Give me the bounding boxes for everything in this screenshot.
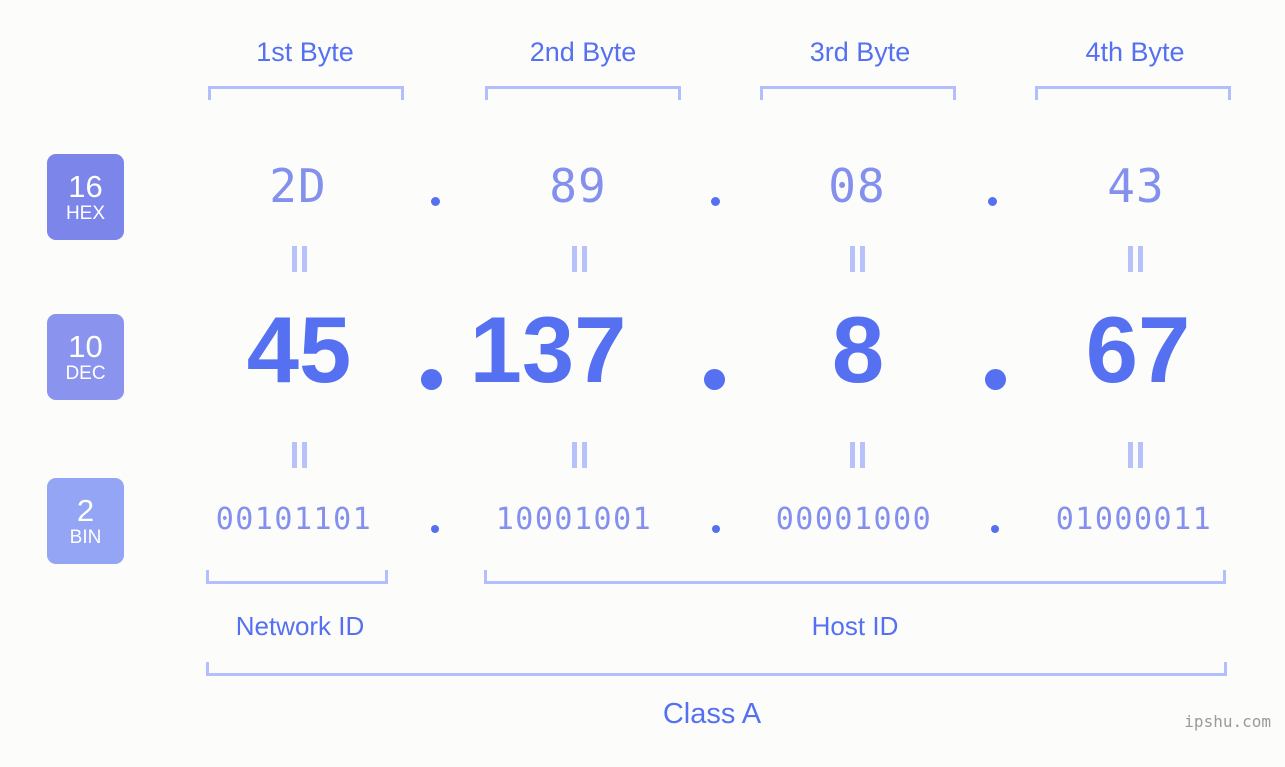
byte-header-label-3: 3rd Byte	[809, 37, 911, 67]
dec-byte-value-4: 67	[1085, 297, 1191, 402]
host-id-bracket	[484, 570, 1226, 584]
byte-header-label-2: 2nd Byte	[529, 37, 637, 67]
equals-mark-dec-bin-2	[572, 442, 587, 468]
radix-badge-bin: 2 BIN	[47, 478, 124, 564]
equals-mark-dec-bin-3	[850, 442, 865, 468]
hex-byte-value-1: 2D	[269, 159, 327, 213]
hex-dot-separator-2	[711, 197, 720, 206]
byte-bracket-top-4	[1035, 86, 1231, 100]
hex-dot-separator-3	[988, 197, 997, 206]
radix-badge-bin-base: 2	[76, 493, 95, 528]
site-watermark: ipshu.com	[1184, 712, 1271, 731]
byte-bracket-top-3	[760, 86, 956, 100]
byte-bracket-top-1	[208, 86, 404, 100]
host-id-label: Host ID	[811, 611, 899, 641]
dec-byte-value-3: 8	[831, 297, 885, 402]
equals-mark-hex-dec-1	[292, 246, 307, 272]
class-bracket	[206, 662, 1227, 676]
dec-byte-value-2: 137	[469, 297, 627, 402]
equals-mark-dec-bin-1	[292, 442, 307, 468]
dec-dot-separator-3	[985, 369, 1006, 390]
byte-bracket-top-2	[485, 86, 681, 100]
byte-header-label-4: 4th Byte	[1085, 37, 1185, 67]
radix-badge-hex-base: 16	[68, 169, 103, 204]
hex-byte-value-4: 43	[1107, 159, 1165, 213]
equals-mark-hex-dec-4	[1128, 246, 1143, 272]
hex-dot-separator-1	[431, 197, 440, 206]
bin-dot-separator-2	[712, 525, 720, 533]
radix-badge-dec-base: 10	[68, 329, 103, 364]
equals-mark-hex-dec-3	[850, 246, 865, 272]
dec-dot-separator-1	[421, 369, 442, 390]
bin-byte-value-4: 01000011	[1055, 502, 1213, 537]
equals-mark-dec-bin-4	[1128, 442, 1143, 468]
equals-mark-hex-dec-2	[572, 246, 587, 272]
bin-dot-separator-1	[431, 525, 439, 533]
dec-dot-separator-2	[704, 369, 725, 390]
network-id-bracket	[206, 570, 388, 584]
bin-byte-value-1: 00101101	[215, 502, 373, 537]
network-id-label: Network ID	[235, 611, 365, 641]
radix-badge-dec-name: DEC	[65, 363, 106, 384]
ip-address-breakdown-diagram: 1st Byte 2nd Byte 3rd Byte 4th Byte 16 H…	[0, 0, 1285, 767]
bin-byte-value-3: 00001000	[775, 502, 933, 537]
bin-dot-separator-3	[991, 525, 999, 533]
hex-byte-value-2: 89	[549, 159, 607, 213]
radix-badge-hex-name: HEX	[65, 203, 106, 224]
radix-badge-dec: 10 DEC	[47, 314, 124, 400]
hex-byte-value-3: 08	[828, 159, 886, 213]
class-label: Class A	[662, 698, 762, 730]
dec-byte-value-1: 45	[246, 297, 352, 402]
radix-badge-bin-name: BIN	[69, 527, 102, 548]
radix-badge-hex: 16 HEX	[47, 154, 124, 240]
bin-byte-value-2: 10001001	[495, 502, 653, 537]
byte-header-label-1: 1st Byte	[256, 37, 354, 67]
